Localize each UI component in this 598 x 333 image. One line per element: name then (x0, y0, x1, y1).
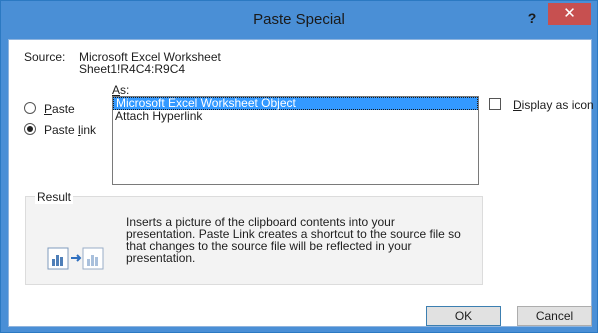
paste-link-radio-label: Paste link (44, 123, 97, 137)
radio-selected-dot (27, 126, 33, 132)
as-listbox[interactable]: Microsoft Excel Worksheet Object Attach … (112, 96, 479, 185)
cancel-button[interactable]: Cancel (517, 306, 592, 326)
help-button[interactable]: ? (522, 8, 542, 28)
paste-radio[interactable] (24, 102, 36, 114)
paste-link-chart-icon (47, 247, 104, 270)
result-line: presentation. (126, 251, 196, 265)
paste-link-radio[interactable] (24, 123, 36, 135)
paste-special-dialog: Paste Special ? ✕ Source: Microsoft Exce… (0, 0, 598, 333)
as-label: As: (112, 83, 130, 97)
result-group: Result Inserts a picture of the clipboar… (25, 190, 483, 285)
source-range: Sheet1!R4C4:R9C4 (79, 62, 186, 76)
display-as-icon-checkbox[interactable] (489, 98, 501, 110)
source-label: Source: (24, 50, 66, 64)
result-description: Inserts a picture of the clipboard conte… (126, 216, 476, 264)
display-as-icon-label: Display as icon (513, 98, 594, 112)
title-bar[interactable]: Paste Special ? ✕ (1, 1, 597, 39)
dialog-body: Source: Microsoft Excel Worksheet Sheet1… (8, 39, 594, 327)
ok-button[interactable]: OK (426, 306, 501, 326)
close-button[interactable]: ✕ (548, 3, 591, 25)
dialog-title: Paste Special (253, 11, 345, 28)
list-item[interactable]: Attach Hyperlink (113, 110, 478, 123)
result-caption: Result (35, 190, 74, 204)
paste-radio-label: Paste (44, 102, 75, 116)
